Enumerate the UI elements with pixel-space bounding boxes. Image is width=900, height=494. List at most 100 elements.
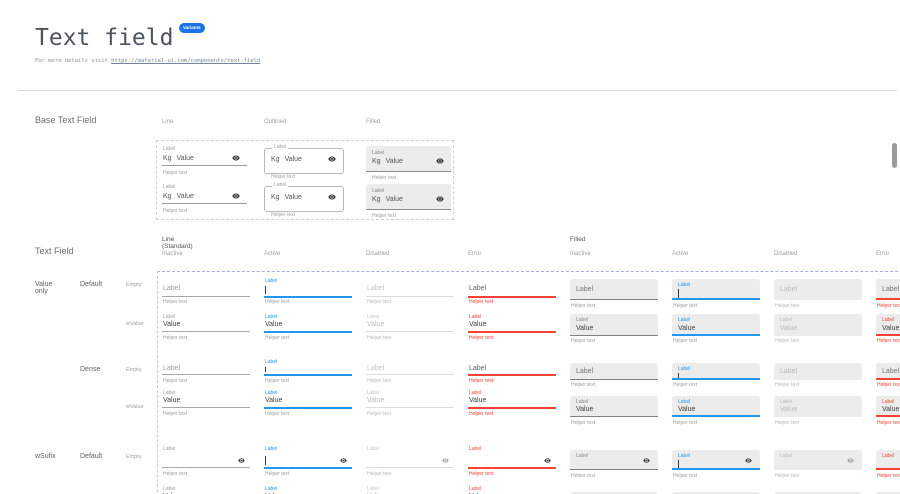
- visibility-icon[interactable]: [442, 457, 449, 464]
- field-prefix: Kg: [372, 158, 381, 166]
- base-field-outlined-1[interactable]: LabelKgValueHelper text: [264, 144, 344, 182]
- text-field-line-error-dense-empty[interactable]: LabelHelper text: [468, 358, 556, 386]
- visibility-icon[interactable]: [232, 154, 240, 162]
- text-field-line-error-dense-wvalue[interactable]: LabelValueHelper text: [468, 389, 556, 419]
- field-value: KgValue: [271, 194, 302, 202]
- base-column-header: Filled: [366, 119, 380, 125]
- visibility-icon[interactable]: [544, 457, 551, 464]
- text-field-filled-active-dense-wvalue[interactable]: LabelValueHelper text: [672, 396, 760, 428]
- text-field-line-error-default-wvalue[interactable]: LabelValueHelper text: [468, 313, 556, 343]
- text-field-line-active-default-wvalue[interactable]: LabelValueHelper text: [264, 313, 352, 343]
- text-field-line-disabled-default-empty[interactable]: LabelHelper text: [366, 277, 454, 307]
- underline: [570, 379, 658, 380]
- underline: [876, 415, 900, 417]
- base-field-line-1[interactable]: LabelKgValueHelper text: [162, 146, 247, 177]
- text-field-filled-inactive-default-empty[interactable]: LabelHelper text: [570, 279, 658, 311]
- text-field-line-active-wsufix-empty[interactable]: LabelHelper text: [264, 445, 352, 479]
- visibility-icon[interactable]: [238, 457, 245, 464]
- base-field-filled-2[interactable]: LabelKgValueHelper text: [366, 184, 451, 221]
- text-field-filled-active-default-wvalue[interactable]: LabelValueHelper text: [672, 314, 760, 346]
- field-value: KgValue: [163, 155, 194, 163]
- side-label-dense: Dense: [80, 366, 100, 373]
- field-value: Value: [678, 325, 695, 333]
- text-field-filled-inactive-dense-empty[interactable]: LabelHelper text: [570, 363, 658, 390]
- text-field-filled-disabled-default-empty[interactable]: LabelHelper text: [774, 279, 862, 311]
- base-column-header: Outlined: [264, 119, 286, 125]
- text-field-filled-active-wsufix-empty[interactable]: LabelHelper text: [672, 450, 760, 481]
- text-field-filled-error-dense-empty[interactable]: LabelHelper text: [876, 363, 900, 390]
- text-field-line-disabled-wsufix-empty[interactable]: LabelHelper text: [366, 445, 454, 479]
- text-field-filled-disabled-dense-empty[interactable]: LabelHelper text: [774, 363, 862, 390]
- filled-box: Label: [876, 279, 900, 300]
- text-field-line-inactive-dense-wvalue[interactable]: LabelValueHelper text: [162, 389, 250, 419]
- visibility-icon[interactable]: [436, 157, 444, 165]
- text-field-line-inactive-dense-empty[interactable]: LabelHelper text: [162, 358, 250, 386]
- field-value-text: Value: [285, 194, 302, 202]
- base-field-filled-1[interactable]: LabelKgValueHelper text: [366, 146, 451, 183]
- text-field-filled-disabled-dense-wvalue[interactable]: LabelValueHelper text: [774, 396, 862, 428]
- page: Text field Variants For more details vis…: [0, 0, 900, 494]
- text-field-filled-error-wsufix-empty[interactable]: LabelHelper text: [876, 450, 900, 481]
- text-field-line-inactive-wsufix-empty[interactable]: LabelHelper text: [162, 445, 250, 479]
- text-field-line-active-dense-wvalue[interactable]: LabelValueHelper text: [264, 389, 352, 419]
- underline: [264, 331, 352, 333]
- helper-text: Helper text: [571, 382, 595, 388]
- field-label: Label: [576, 317, 588, 323]
- visibility-icon[interactable]: [436, 195, 444, 203]
- helper-text: Helper text: [469, 411, 493, 417]
- text-field-filled-active-default-empty[interactable]: LabelHelper text: [672, 279, 760, 311]
- text-field-line-error-wsufix-wvalue[interactable]: LabelValueHelper text: [468, 485, 556, 494]
- helper-text: Helper text: [367, 299, 391, 305]
- helper-text: Helper text: [877, 303, 900, 309]
- helper-text: Helper text: [163, 378, 187, 384]
- scrollbar-thumb[interactable]: [892, 143, 897, 168]
- base-section-title: Base Text Field: [35, 115, 96, 125]
- text-field-filled-inactive-dense-wvalue[interactable]: LabelValueHelper text: [570, 396, 658, 428]
- visibility-icon[interactable]: [328, 193, 336, 201]
- underline: [570, 469, 658, 470]
- visibility-icon[interactable]: [847, 457, 854, 464]
- text-field-line-error-default-empty[interactable]: LabelHelper text: [468, 277, 556, 307]
- field-label: Label: [678, 399, 690, 405]
- helper-text: Helper text: [372, 175, 396, 181]
- text-field-line-inactive-default-empty[interactable]: LabelHelper text: [162, 277, 250, 307]
- text-field-line-active-default-empty[interactable]: LabelHelper text: [264, 277, 352, 307]
- helper-text: Helper text: [163, 471, 187, 477]
- text-field-line-error-wsufix-empty[interactable]: LabelHelper text: [468, 445, 556, 479]
- underline: [366, 296, 454, 297]
- filled-box: Label: [672, 450, 760, 470]
- text-field-filled-disabled-wsufix-empty[interactable]: LabelHelper text: [774, 450, 862, 481]
- base-field-line-2[interactable]: LabelKgValueHelper text: [162, 184, 247, 215]
- text-field-line-active-dense-empty[interactable]: LabelHelper text: [264, 358, 352, 386]
- docs-link[interactable]: https://material-ui.com/components/text-…: [111, 58, 260, 64]
- helper-text: Helper text: [775, 382, 799, 388]
- text-field-line-disabled-default-wvalue[interactable]: LabelValueHelper text: [366, 313, 454, 343]
- visibility-icon[interactable]: [232, 192, 240, 200]
- visibility-icon[interactable]: [340, 457, 347, 464]
- visibility-icon[interactable]: [328, 155, 336, 163]
- visibility-icon[interactable]: [745, 457, 752, 464]
- helper-text: Helper text: [469, 378, 493, 384]
- field-prefix: Kg: [372, 196, 381, 204]
- text-field-line-disabled-dense-wvalue[interactable]: LabelValueHelper text: [366, 389, 454, 419]
- text-field-filled-active-dense-empty[interactable]: LabelHelper text: [672, 363, 760, 390]
- field-label: Label: [469, 285, 486, 293]
- text-field-line-inactive-wsufix-wvalue[interactable]: LabelValueHelper text: [162, 485, 250, 494]
- field-label: Label: [163, 184, 175, 190]
- text-field-line-inactive-default-wvalue[interactable]: LabelValueHelper text: [162, 313, 250, 343]
- text-field-line-disabled-wsufix-wvalue[interactable]: LabelValueHelper text: [366, 485, 454, 494]
- text-field-filled-inactive-default-wvalue[interactable]: LabelValueHelper text: [570, 314, 658, 346]
- text-field-filled-error-default-empty[interactable]: Label Helper text: [876, 279, 900, 311]
- text-field-line-disabled-dense-empty[interactable]: LabelHelper text: [366, 358, 454, 386]
- text-field-filled-disabled-default-wvalue[interactable]: LabelValueHelper text: [774, 314, 862, 346]
- text-field-filled-inactive-wsufix-empty[interactable]: LabelHelper text: [570, 450, 658, 481]
- text-field-filled-error-dense-wvalue[interactable]: LabelValueHelper text: [876, 396, 900, 428]
- field-label: Label: [780, 286, 797, 294]
- state-header-error: Error: [876, 251, 889, 257]
- text-field-filled-error-default-wvalue[interactable]: LabelValueHelper text: [876, 314, 900, 346]
- side-label-wvalue: wValue: [126, 404, 144, 410]
- base-field-outlined-2[interactable]: LabelKgValueHelper text: [264, 182, 344, 220]
- text-field-line-active-wsufix-wvalue[interactable]: LabelValueHelper text: [264, 485, 352, 494]
- field-value: Value: [576, 406, 593, 414]
- visibility-icon[interactable]: [643, 457, 650, 464]
